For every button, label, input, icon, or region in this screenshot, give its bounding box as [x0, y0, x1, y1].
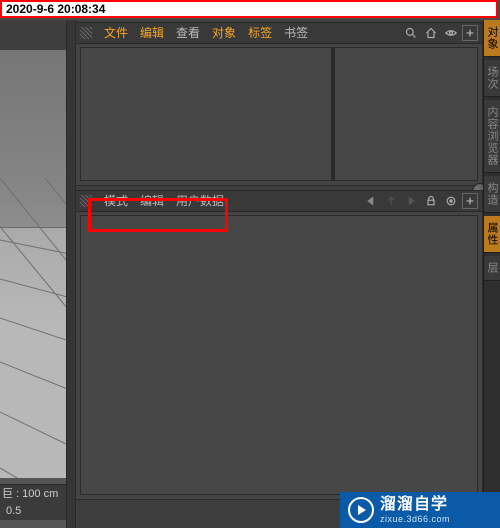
menu-edit[interactable]: 编辑 — [134, 23, 170, 43]
panel-grip-icon[interactable] — [80, 195, 92, 207]
nav-back-icon[interactable] — [362, 192, 380, 210]
eye-icon[interactable] — [442, 24, 460, 42]
menu-userdata[interactable]: 用户数据 — [170, 191, 230, 211]
watermark: 溜溜自学 zixue.3d66.com — [340, 492, 500, 528]
object-manager-splitter[interactable] — [331, 47, 335, 181]
expand-panel-button[interactable] — [462, 193, 478, 209]
panel-grip-icon[interactable] — [80, 27, 92, 39]
viewport-panel: 巨 : 100 cm 0.5 — [0, 50, 66, 528]
home-icon[interactable] — [422, 24, 440, 42]
nav-up-icon[interactable] — [382, 192, 400, 210]
play-icon — [348, 497, 374, 523]
object-manager-menubar: 文件 编辑 查看 对象 标签 书签 — [76, 23, 482, 44]
timestamp-bar: 2020-9-6 20:08:34 — [0, 0, 498, 18]
menu-view[interactable]: 查看 — [170, 23, 206, 43]
menu-objects[interactable]: 对象 — [206, 23, 242, 43]
menu-tags[interactable]: 标签 — [242, 23, 278, 43]
right-tab-strip: 对象 场次 内容浏览器 构造 属性 层 — [483, 20, 500, 528]
menu-edit2[interactable]: 编辑 — [134, 191, 170, 211]
attribute-manager-menubar: 模式 编辑 用户数据 — [76, 191, 482, 212]
tab-takes[interactable]: 场次 — [484, 60, 500, 97]
watermark-url: zixue.3d66.com — [380, 515, 450, 524]
menu-mode[interactable]: 模式 — [98, 191, 134, 211]
attribute-manager-panel: 模式 编辑 用户数据 — [75, 190, 483, 500]
menu-file[interactable]: 文件 — [98, 23, 134, 43]
menu-bookmarks[interactable]: 书签 — [278, 23, 314, 43]
timestamp-text: 2020-9-6 20:08:34 — [6, 2, 105, 16]
nav-forward-icon[interactable] — [402, 192, 420, 210]
status-grid-spacing: 巨 : 100 cm — [0, 484, 66, 502]
expand-panel-button[interactable] — [462, 25, 478, 41]
main-area: 巨 : 100 cm 0.5 文件 编辑 查看 对象 标签 书签 — [0, 20, 500, 528]
tab-attributes[interactable]: 属性 — [484, 216, 500, 253]
tab-content-browser[interactable]: 内容浏览器 — [484, 100, 500, 173]
viewport-canvas[interactable] — [0, 50, 66, 478]
status-frame: 0.5 — [0, 502, 66, 520]
search-icon[interactable] — [402, 24, 420, 42]
object-manager-body[interactable] — [80, 47, 478, 181]
watermark-brand: 溜溜自学 — [380, 497, 450, 513]
viewport-grid — [0, 178, 66, 478]
target-icon[interactable] — [442, 192, 460, 210]
lock-icon[interactable] — [422, 192, 440, 210]
tab-structure[interactable]: 构造 — [484, 176, 500, 213]
tab-objects[interactable]: 对象 — [484, 20, 500, 57]
tab-layers[interactable]: 层 — [484, 256, 500, 281]
attribute-manager-body[interactable] — [80, 215, 478, 495]
object-manager-panel: 文件 编辑 查看 对象 标签 书签 — [75, 22, 483, 186]
